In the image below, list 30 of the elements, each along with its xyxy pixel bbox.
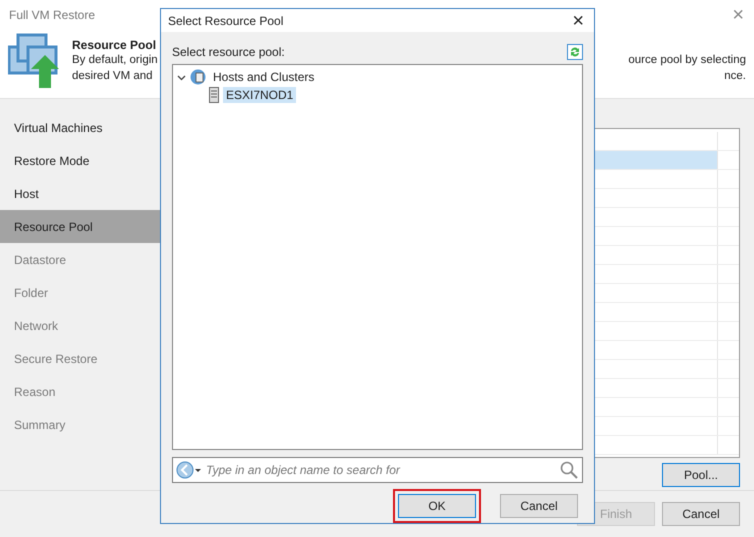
wizard-step[interactable]: Host — [0, 177, 160, 210]
footer-button[interactable]: Cancel — [662, 502, 740, 526]
search-input[interactable]: Type in an object name to search for — [202, 463, 560, 477]
wizard-step[interactable]: Resource Pool — [0, 210, 160, 243]
search-icon[interactable] — [560, 461, 578, 479]
wizard-step[interactable]: Restore Mode — [0, 144, 160, 177]
pool-button[interactable]: Pool... — [662, 463, 740, 487]
scope-dropdown-icon[interactable] — [176, 461, 202, 479]
tree-item[interactable]: ESXI7NOD1 — [223, 87, 296, 103]
close-icon[interactable]: × — [732, 5, 744, 25]
dialog-title: Select Resource Pool — [168, 14, 284, 28]
description-text: ource pool by selecting — [628, 53, 746, 68]
dialog-button[interactable]: Cancel — [500, 494, 578, 518]
vm-restore-icon — [8, 33, 62, 89]
datacenter-icon — [190, 69, 206, 85]
window-title: Full VM Restore — [9, 8, 96, 22]
description-text: nce. — [724, 69, 746, 84]
field-label: Select resource pool: — [172, 45, 285, 59]
description-text: desired VM and — [72, 69, 153, 84]
refresh-icon[interactable] — [567, 44, 583, 60]
description-text: By default, origin — [72, 53, 158, 68]
wizard-step[interactable]: Virtual Machines — [0, 111, 160, 144]
table-row[interactable] — [595, 151, 718, 169]
page-title: Resource Pool — [72, 38, 156, 52]
search-field[interactable]: Type in an object name to search for — [172, 457, 583, 483]
close-icon[interactable]: × — [572, 10, 584, 30]
tree-item[interactable]: Hosts and Clusters — [210, 69, 318, 85]
server-icon — [209, 87, 219, 103]
chevron-down-icon[interactable] — [177, 72, 186, 82]
dialog-button[interactable]: OK — [398, 494, 476, 518]
